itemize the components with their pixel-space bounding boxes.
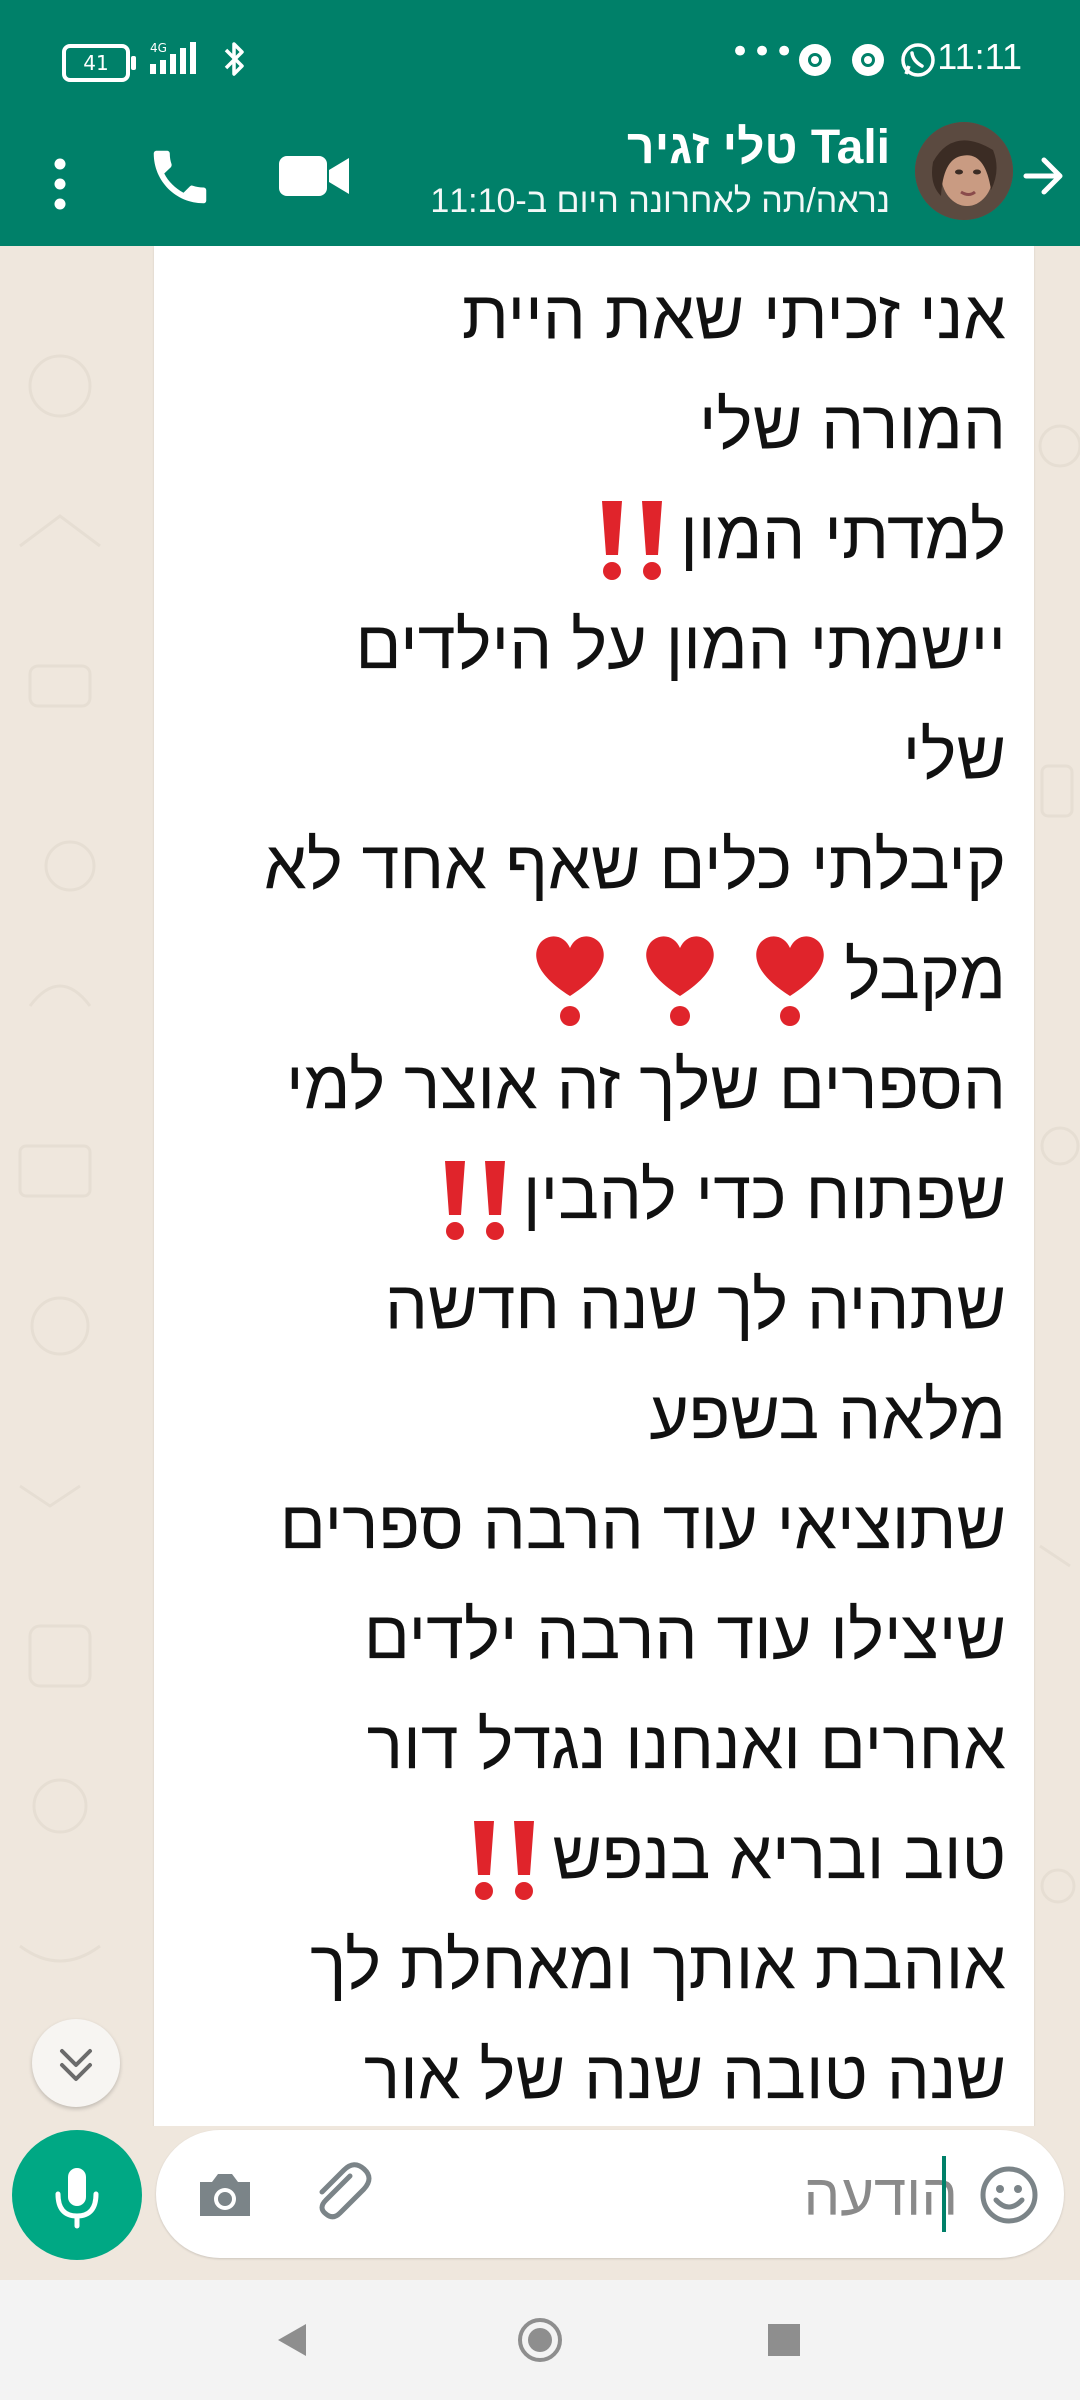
status-time: 11:11 xyxy=(937,36,1022,77)
message-line-with-emoji: טוב ובריא בנפש xyxy=(174,1800,1006,1910)
message-line: הספרים שלך זה אוצר למי xyxy=(286,1047,1006,1124)
message-line: מקבל xyxy=(844,937,1007,1013)
message-line: שנה טובה שנה של אור xyxy=(363,2037,1006,2114)
chevron-double-down-icon xyxy=(60,2049,92,2081)
video-call-icon[interactable] xyxy=(275,146,355,206)
heart-exclamation-emoji-icon xyxy=(535,936,604,1027)
message-line: שיצילו עוד הרבה ילדים xyxy=(363,1597,1006,1674)
message-line: למדתי המון xyxy=(680,497,1006,573)
text-cursor xyxy=(942,2156,946,2232)
avatar-photo xyxy=(915,122,1013,220)
system-navigation-bar xyxy=(0,2280,1080,2400)
network-type: 4G xyxy=(150,41,167,55)
nav-home-icon[interactable] xyxy=(515,2315,565,2365)
chat-area[interactable]: אני זכיתי שאת היית המורה שלי למדתי המון … xyxy=(0,246,1080,2126)
chrome-icon xyxy=(799,44,831,76)
message-line: טוב ובריא בנפש xyxy=(552,1817,1006,1894)
contact-name[interactable]: Tali טלי זגיר xyxy=(627,120,890,175)
status-bar: 41 4G ••• 11:11 xyxy=(0,0,1080,120)
voice-message-button[interactable] xyxy=(12,2130,142,2260)
heart-exclamation-emoji-icon xyxy=(755,936,824,1027)
scroll-to-bottom-button[interactable] xyxy=(32,2019,120,2107)
message-line: קיבלתי כלים שאף אחד לא xyxy=(264,827,1006,903)
message-line: אוהבת אותך ומאחלת לך xyxy=(310,1927,1006,2004)
back-arrow-icon[interactable] xyxy=(1018,146,1068,206)
message-line: שפתוח כדי להבין xyxy=(522,1157,1006,1234)
message-text: אני זכיתי שאת היית המורה שלי למדתי המון … xyxy=(154,246,1034,2126)
message-line: אחרים ואנחנו נגדל דור xyxy=(366,1707,1006,1784)
message-line-with-emoji: שפתוח כדי להבין xyxy=(174,1140,1006,1250)
chrome-icon xyxy=(852,44,884,76)
message-composer xyxy=(0,2124,1080,2280)
emoji-icon[interactable] xyxy=(974,2160,1044,2230)
message-input[interactable] xyxy=(396,2140,960,2250)
whatsapp-status-icon xyxy=(901,43,935,77)
bluetooth-icon xyxy=(224,42,244,76)
double-exclamation-emoji-icon xyxy=(474,1821,535,1901)
double-exclamation-emoji-icon xyxy=(444,1161,505,1241)
battery-indicator: 41 xyxy=(62,44,136,82)
attach-icon[interactable] xyxy=(306,2158,376,2230)
more-vert-icon[interactable] xyxy=(40,148,80,218)
last-seen-status: נראה/תה לאחרונה היום ב-11:10 xyxy=(430,182,890,220)
message-line: שתהיה לך שנה חדשה xyxy=(384,1267,1006,1344)
status-overflow-icon: ••• xyxy=(730,32,797,72)
chat-header: Tali טלי זגיר נראה/תה לאחרונה היום ב-11:… xyxy=(0,120,1080,246)
nav-recent-icon[interactable] xyxy=(766,2322,802,2358)
app-top-bar: 41 4G ••• 11:11 Tali טלי זגיר נראה/תה לא… xyxy=(0,0,1080,246)
message-line: שלי xyxy=(902,717,1006,793)
double-exclamation-emoji-icon xyxy=(602,501,663,581)
message-line-with-emoji: מקבל xyxy=(174,920,1006,1030)
avatar[interactable] xyxy=(915,122,1013,220)
message-line: שתוציאי עוד הרבה ספרים xyxy=(279,1487,1006,1564)
nav-back-icon[interactable] xyxy=(272,2320,312,2360)
message-bubble[interactable]: אני זכיתי שאת היית המורה שלי למדתי המון … xyxy=(154,246,1034,2126)
camera-icon[interactable] xyxy=(190,2160,260,2230)
message-line: אני זכיתי שאת היית xyxy=(461,277,1006,353)
message-line: המורה שלי xyxy=(698,387,1006,463)
message-line-with-emoji: למדתי המון xyxy=(174,480,1006,590)
mic-icon xyxy=(55,2168,99,2229)
signal-icon: 4G xyxy=(150,41,196,74)
message-line: יישמתי המון על הילדים xyxy=(355,607,1006,683)
message-line: מלאה בשפע xyxy=(649,1377,1006,1454)
message-input-container[interactable] xyxy=(156,2130,1064,2258)
phone-icon[interactable] xyxy=(145,142,215,212)
heart-exclamation-emoji-icon xyxy=(645,936,714,1027)
